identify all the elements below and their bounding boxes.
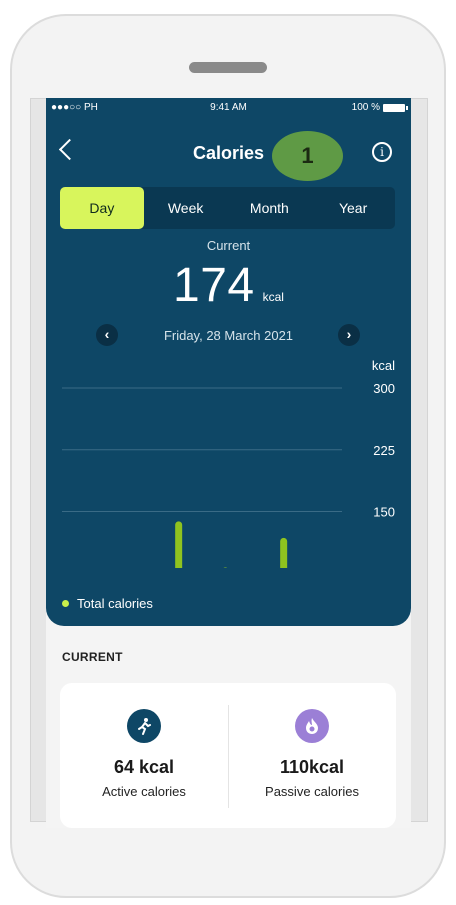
active-calories-value: 64 kcal <box>113 757 175 777</box>
current-value: 174 kcal <box>46 258 411 313</box>
phone-side-right <box>411 98 428 822</box>
passive-calories-value: 110kcal <box>279 757 345 777</box>
passive-calories: 110kcal Passive calories <box>228 709 396 799</box>
phone-side-left <box>30 98 47 822</box>
legend-dot <box>62 600 69 607</box>
app-screen: ●●●○○ PH ︎ 9:41 AM 100 % Calories 1 i Da… <box>46 98 411 828</box>
header-panel: ●●●○○ PH ︎ 9:41 AM 100 % Calories 1 i Da… <box>46 98 411 626</box>
y-tick-label: 300 <box>373 381 395 396</box>
battery-status: 100 % <box>352 102 408 113</box>
tab-month[interactable]: Month <box>228 187 312 229</box>
page-title: Calories <box>192 143 265 163</box>
passive-calories-label: Passive calories <box>265 784 359 799</box>
legend-label: Total calories <box>77 596 153 611</box>
next-day-button[interactable]: › <box>338 324 360 346</box>
y-tick-label: 225 <box>373 443 395 458</box>
info-icon[interactable]: i <box>372 142 392 162</box>
status-bar: ●●●○○ PH ︎ 9:41 AM 100 % <box>46 102 411 116</box>
summary-card: 64 kcal Active calories 110kcal Passive … <box>60 683 396 828</box>
battery-icon <box>383 103 408 112</box>
flame-icon <box>295 709 329 743</box>
calories-chart: 0104071013161922 kcal300225150750 <box>62 358 395 568</box>
current-kcal-unit: kcal <box>262 290 284 304</box>
tab-week[interactable]: Week <box>144 187 228 229</box>
current-kcal-number: 174 <box>173 259 255 312</box>
calorie-bar[interactable] <box>280 537 288 568</box>
tab-day[interactable]: Day <box>60 187 144 229</box>
period-tabs: Day Week Month Year <box>60 187 395 229</box>
y-tick-label: 150 <box>373 505 395 520</box>
y-axis-unit: kcal <box>372 358 395 373</box>
phone-speaker <box>189 62 267 73</box>
section-title: CURRENT <box>62 650 123 664</box>
current-label: Current <box>206 238 251 253</box>
calorie-bar[interactable] <box>222 567 229 568</box>
chart-legend: Total calories <box>62 596 153 611</box>
tab-year[interactable]: Year <box>311 187 395 229</box>
y-tick-label: 75 <box>381 566 395 568</box>
active-calories-label: Active calories <box>102 784 186 799</box>
active-calories: 64 kcal Active calories <box>60 709 228 799</box>
step-badge: 1 <box>272 131 343 181</box>
calorie-bar[interactable] <box>175 521 183 568</box>
running-person-icon <box>127 709 161 743</box>
